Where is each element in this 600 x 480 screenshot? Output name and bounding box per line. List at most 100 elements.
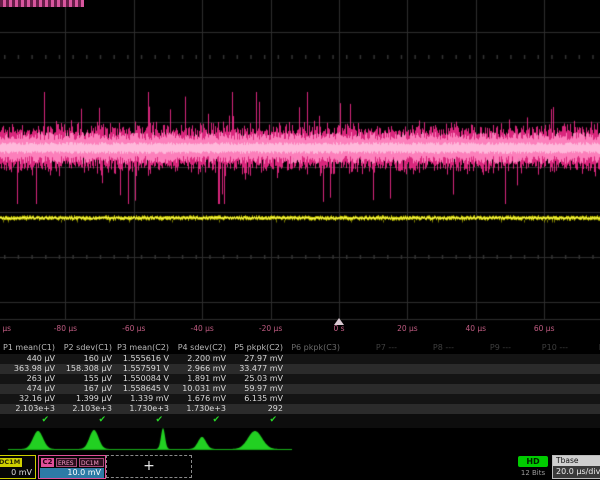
measurement-value: 155 µV [57,374,114,384]
measurement-value: 1.891 mV [171,374,228,384]
measurement-table: P1 mean(C1)440 µV363.98 µV263 µV474 µV32… [0,341,600,428]
measurement-value: 32.16 µV [0,394,57,404]
measurement-header[interactable]: P5 pkpk(C2) [228,341,285,354]
measurement-value: 292 [228,404,285,414]
timebase-descriptor[interactable]: Tbase 20.0 µs/div [552,455,600,479]
measurement-header[interactable]: P11 --- [570,341,600,354]
measurement-value: 2.200 mV [171,354,228,364]
measurement-column-1: P1 mean(C1)440 µV363.98 µV263 µV474 µV32… [0,341,57,428]
measurement-value: 2.103e+3 [57,404,114,414]
measurement-value: 363.98 µV [0,364,57,374]
time-axis-label: -20 µs [241,324,301,333]
time-axis-label: -80 µs [35,324,95,333]
measurement-column-7: P7 --- [342,341,399,428]
measurement-value [513,384,570,394]
measurement-header[interactable]: P4 sdev(C2) [171,341,228,354]
measurement-value [513,374,570,384]
time-axis-label: 20 µs [377,324,437,333]
measurement-value: 10.031 mV [171,384,228,394]
measurement-value [285,394,342,404]
timebase-value: 20.0 µs/div [553,466,600,478]
top-left-status-strip [0,0,84,7]
measurement-value [285,384,342,394]
measurement-column-10: P10 --- [513,341,570,428]
measurement-columns: P1 mean(C1)440 µV363.98 µV263 µV474 µV32… [0,341,600,428]
oscilloscope-screen: -100 µs -80 µs -60 µs -40 µs -20 µs 0 s 20 µs 4… [0,0,600,480]
channel-c1-descriptor[interactable]: DC1M 0 mV [0,455,36,479]
measurement-header[interactable]: P6 pkpk(C3) [285,341,342,354]
timebase-label: Tbase [553,456,600,466]
measurement-value [570,404,600,414]
measurement-value [285,374,342,384]
measurement-value: 440 µV [0,354,57,364]
measurement-column-4: P4 sdev(C2)2.200 mV2.966 mV1.891 mV10.03… [171,341,228,428]
c2-scale-value: 10.0 mV [67,468,101,478]
measurement-value: 1.730e+3 [171,404,228,414]
measurement-value [285,364,342,374]
channel-c2-descriptor[interactable]: C2 ERES DC1M 10.0 mV [38,455,106,479]
measurement-value: 1.558645 V [114,384,171,394]
measurement-value: 27.97 mV [228,354,285,364]
measurement-value [570,394,600,404]
measurement-value [456,374,513,384]
histicon-strip[interactable] [0,426,600,451]
measurement-column-2: P2 sdev(C1)160 µV158.308 µV155 µV167 µV1… [57,341,114,428]
measurement-value: 158.308 µV [57,364,114,374]
c2-scale-strip: 10.0 mV [40,468,104,478]
measurement-header[interactable]: P1 mean(C1) [0,341,57,354]
measurement-value [342,384,399,394]
time-axis: -100 µs-80 µs-60 µs-40 µs-20 µs0 s20 µs4… [0,320,600,340]
measurement-value: 6.135 mV [228,394,285,404]
measurement-value [399,394,456,404]
measurement-column-11: P11 --- [570,341,600,428]
measurement-header[interactable]: P7 --- [342,341,399,354]
time-axis-label: -100 µs [0,324,27,333]
measurement-value [285,354,342,364]
c1-scale-value: 0 mV [11,468,32,477]
measurement-value [342,394,399,404]
measurement-value [456,364,513,374]
c2-eres-badge: ERES [56,458,77,467]
measurement-value: 167 µV [57,384,114,394]
measurement-value [570,384,600,394]
measurement-header[interactable]: P3 mean(C2) [114,341,171,354]
measurement-value [342,364,399,374]
time-axis-label: -60 µs [104,324,164,333]
hd-mode-badge[interactable]: HD [518,456,548,467]
time-axis-label: -40 µs [172,324,232,333]
measurement-value [513,404,570,414]
measurement-header[interactable]: P10 --- [513,341,570,354]
measurement-value [399,374,456,384]
measurement-header[interactable]: P2 sdev(C1) [57,341,114,354]
measurement-header[interactable]: P8 --- [399,341,456,354]
measurement-value: 474 µV [0,384,57,394]
measurement-column-5: P5 pkpk(C2)27.97 mV33.477 mV25.03 mV59.9… [228,341,285,428]
measurement-value [342,404,399,414]
bottom-bar: DC1M 0 mV C2 ERES DC1M 10.0 mV + HD 12 B… [0,452,600,480]
measurement-value [513,364,570,374]
measurement-value: 2.103e+3 [0,404,57,414]
waveform-grid-canvas[interactable] [0,0,600,322]
measurement-value [456,404,513,414]
plus-icon: + [107,458,191,474]
measurement-value [342,374,399,384]
time-axis-label: 60 µs [514,324,574,333]
measurement-value [399,404,456,414]
measurement-header[interactable]: P9 --- [456,341,513,354]
measurement-value [570,364,600,374]
measurement-value [399,364,456,374]
measurement-value [342,354,399,364]
c2-coupling-badge: DC1M [79,458,104,467]
measurement-value [456,394,513,404]
time-axis-label: 0 s [309,324,369,333]
measurement-column-9: P9 --- [456,341,513,428]
add-trace-button[interactable]: + [106,455,192,478]
measurement-value: 1.339 mV [114,394,171,404]
measurement-value: 1.399 µV [57,394,114,404]
measurement-value [456,354,513,364]
measurement-value: 33.477 mV [228,364,285,374]
measurement-column-8: P8 --- [399,341,456,428]
trigger-position-marker[interactable] [334,318,344,325]
measurement-value: 160 µV [57,354,114,364]
measurement-column-3: P3 mean(C2)1.555616 V1.557591 V1.550084 … [114,341,171,428]
